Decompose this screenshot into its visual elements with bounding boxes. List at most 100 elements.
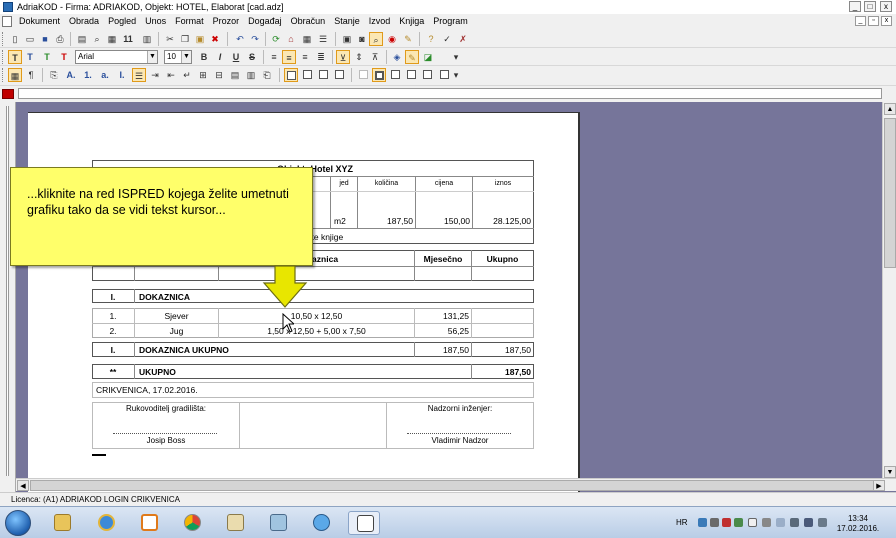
tray-display-icon[interactable] — [804, 518, 813, 527]
save-icon[interactable]: ■ — [38, 32, 52, 46]
scroll-up-icon[interactable]: ▲ — [884, 103, 896, 115]
help-icon[interactable]: ? — [424, 32, 438, 46]
check-icon[interactable]: ✓ — [440, 32, 454, 46]
text-style-2-button[interactable]: T — [23, 50, 37, 64]
adriakod-taskbar-icon[interactable] — [348, 511, 380, 535]
new-document-icon[interactable]: ▯ — [8, 32, 22, 46]
level-i-icon[interactable]: I. — [115, 68, 129, 82]
vertical-scrollbar[interactable]: ▲ ▼ — [882, 102, 896, 480]
chevron-down-icon[interactable]: ▼ — [147, 51, 157, 63]
border-left-icon[interactable] — [388, 68, 402, 82]
car-icon[interactable]: ◙ — [355, 32, 369, 46]
list-icon[interactable]: ☰ — [316, 32, 330, 46]
outdent-icon[interactable]: ⇤ — [164, 68, 178, 82]
border-top-icon[interactable] — [316, 68, 330, 82]
close-button[interactable]: x — [880, 1, 892, 12]
tools-icon[interactable]: ✗ — [456, 32, 470, 46]
indent-icon[interactable]: ⇥ — [148, 68, 162, 82]
chrome-taskbar-icon[interactable] — [176, 511, 208, 535]
delete-row-icon[interactable]: ⊟ — [212, 68, 226, 82]
italic-button[interactable]: I — [213, 50, 227, 64]
language-indicator[interactable]: HR — [676, 518, 688, 527]
delete-icon[interactable]: ✖ — [208, 32, 222, 46]
explorer-taskbar-icon[interactable] — [46, 511, 78, 535]
tray-cloud-icon[interactable] — [748, 518, 757, 527]
split-icon[interactable]: ▥ — [244, 68, 258, 82]
print-preview-icon[interactable]: ▤ — [75, 32, 89, 46]
text-style-1-button[interactable]: T — [8, 50, 22, 64]
border-bottom-icon[interactable] — [332, 68, 346, 82]
horizontal-scrollbar[interactable]: ◀ ▶ — [16, 478, 896, 491]
menu-obrada[interactable]: Obrada — [69, 16, 99, 26]
color-indicator[interactable] — [2, 89, 14, 99]
chevron-down-icon[interactable]: ▼ — [181, 51, 191, 63]
menu-pogled[interactable]: Pogled — [108, 16, 136, 26]
tray-network-icon[interactable] — [710, 518, 719, 527]
number-11-icon[interactable]: 11 — [121, 32, 135, 46]
scroll-right-icon[interactable]: ▶ — [873, 480, 885, 491]
mdi-close-button[interactable]: x — [881, 16, 892, 26]
copy-icon[interactable]: ❐ — [178, 32, 192, 46]
toolbar-grip[interactable] — [2, 68, 5, 82]
valign-bottom-icon[interactable]: ⊻ — [336, 50, 350, 64]
home-icon[interactable]: ⌂ — [284, 32, 298, 46]
columns-icon[interactable]: ▥ — [140, 32, 154, 46]
number-format-icon[interactable]: ⎘ — [47, 68, 61, 82]
open-folder-icon[interactable]: ▭ — [23, 32, 37, 46]
border-inner-icon[interactable] — [420, 68, 434, 82]
border-right-icon[interactable] — [404, 68, 418, 82]
tray-usb-icon[interactable] — [790, 518, 799, 527]
insert-graphic-icon[interactable]: ⌕ — [369, 32, 383, 46]
scroll-thumb[interactable] — [884, 118, 896, 268]
menu-unos[interactable]: Unos — [145, 16, 166, 26]
media-player-taskbar-icon[interactable] — [133, 511, 165, 535]
minimize-button[interactable]: _ — [849, 1, 861, 12]
break-icon[interactable]: ↵ — [180, 68, 194, 82]
clock[interactable]: 13:34 17.02.2016. — [832, 514, 884, 534]
level-lower-a-icon[interactable]: a. — [98, 68, 112, 82]
level-a-icon[interactable]: A. — [64, 68, 78, 82]
paint-taskbar-icon[interactable] — [219, 511, 251, 535]
menu-format[interactable]: Format — [175, 16, 204, 26]
bold-button[interactable]: B — [197, 50, 211, 64]
redo-icon[interactable]: ↷ — [248, 32, 262, 46]
scroll-thumb[interactable] — [30, 480, 874, 491]
align-center-icon[interactable]: ≡ — [282, 50, 296, 64]
settings-taskbar-icon[interactable] — [305, 511, 337, 535]
tray-security-icon[interactable] — [722, 518, 731, 527]
border-none-icon[interactable] — [356, 68, 370, 82]
numbered-list-icon[interactable]: ☰ — [132, 68, 146, 82]
menu-izvod[interactable]: Izvod — [369, 16, 391, 26]
strikethrough-button[interactable]: S — [245, 50, 259, 64]
border-outer-icon[interactable] — [300, 68, 314, 82]
eraser-icon[interactable]: ◪ — [421, 50, 435, 64]
toolbar-grip[interactable] — [2, 50, 5, 64]
text-style-3-button[interactable]: T — [40, 50, 54, 64]
paragraph-icon[interactable]: ¶ — [24, 68, 38, 82]
app-taskbar-icon[interactable] — [262, 511, 294, 535]
text-style-4-button[interactable]: T — [57, 50, 71, 64]
underline-button[interactable]: U — [229, 50, 243, 64]
zoom-icon[interactable]: ⌕ — [90, 32, 104, 46]
tray-update-icon[interactable] — [734, 518, 743, 527]
mdi-restore-button[interactable]: ▫ — [868, 16, 879, 26]
stamp-icon[interactable]: ◉ — [385, 32, 399, 46]
tray-flag-icon[interactable] — [776, 518, 785, 527]
toolbar-overflow-icon[interactable]: ▾ — [449, 68, 463, 82]
level-1-icon[interactable]: 1. — [81, 68, 95, 82]
fill-color-icon[interactable]: ◈ — [390, 50, 404, 64]
print-icon[interactable]: ⎙ — [53, 32, 67, 46]
start-button[interactable] — [5, 510, 31, 536]
page-icon[interactable]: ▦ — [105, 32, 119, 46]
merge-icon[interactable]: ▤ — [228, 68, 242, 82]
font-size-select[interactable]: 10 ▼ — [164, 50, 192, 64]
align-left-icon[interactable]: ≡ — [267, 50, 281, 64]
tray-volume-icon[interactable] — [818, 518, 827, 527]
page-break-icon[interactable]: ⎗ — [260, 68, 274, 82]
refresh-icon[interactable]: ⟳ — [269, 32, 283, 46]
menu-obracun[interactable]: Obračun — [291, 16, 326, 26]
brush-icon[interactable]: ✎ — [401, 32, 415, 46]
menu-dokument[interactable]: Dokument — [19, 16, 60, 26]
valign-top-icon[interactable]: ⊼ — [368, 50, 382, 64]
justify-icon[interactable]: ≣ — [314, 50, 328, 64]
